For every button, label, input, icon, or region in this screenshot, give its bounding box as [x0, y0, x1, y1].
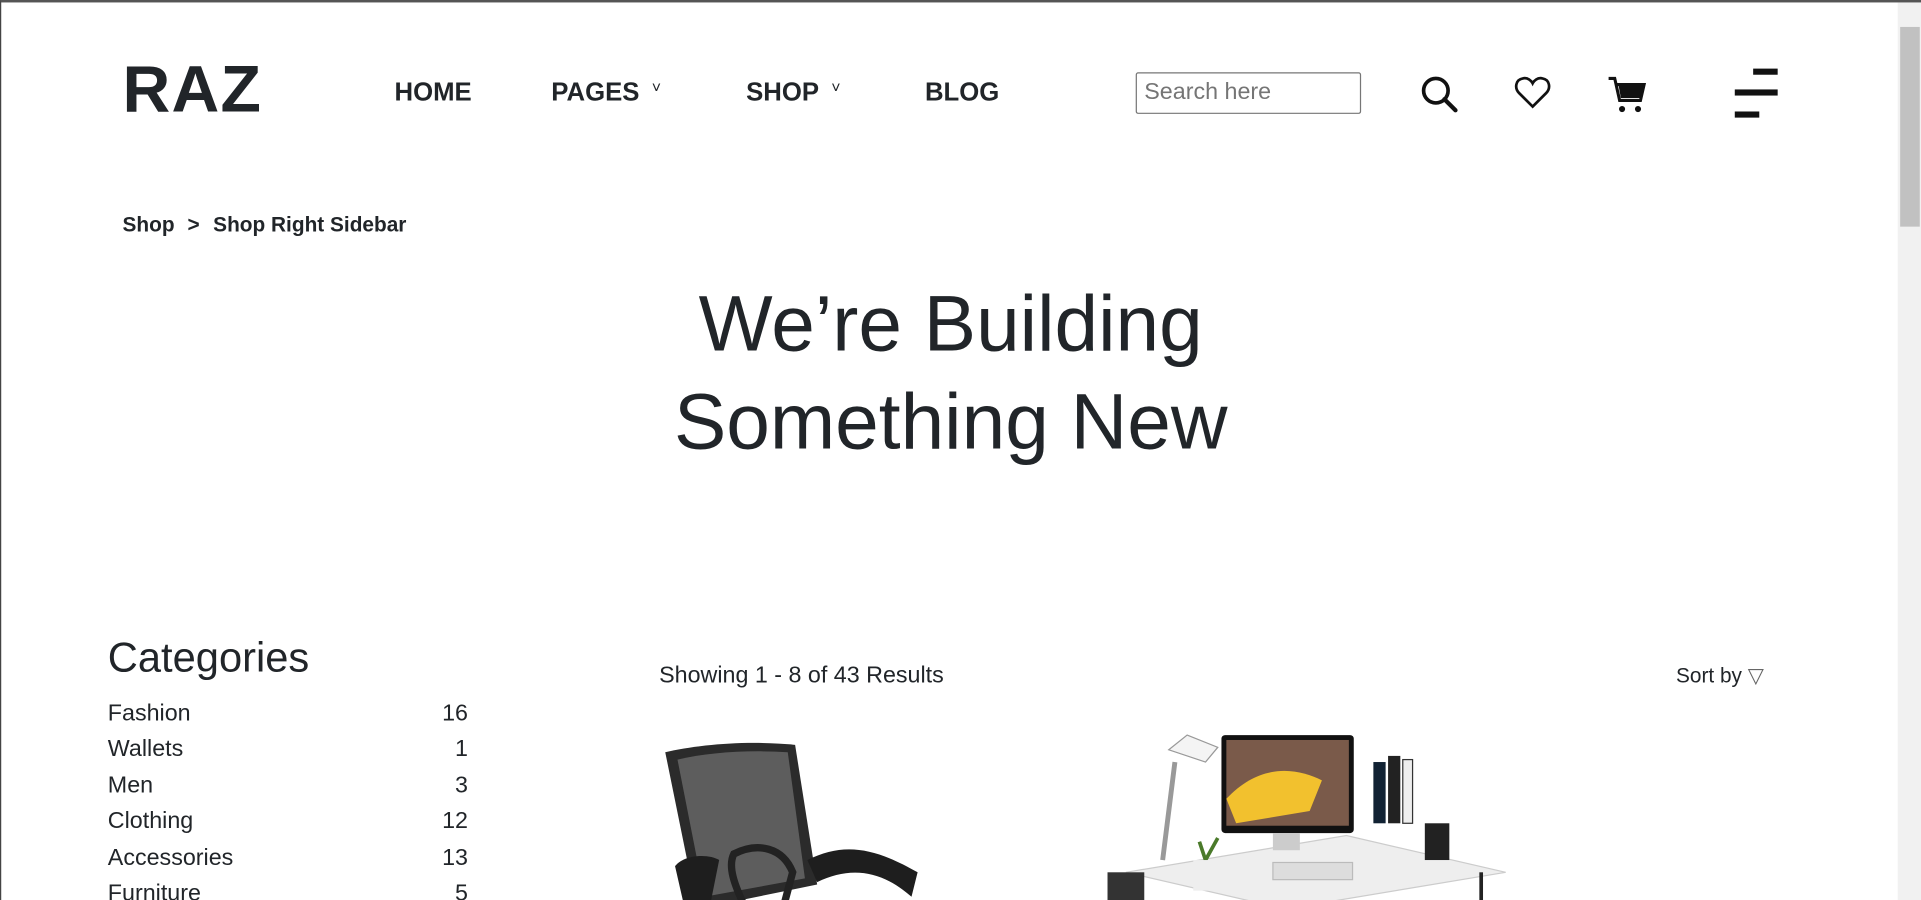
nav-label: PAGES — [551, 78, 640, 107]
category-count: 16 — [442, 700, 468, 727]
category-count: 3 — [455, 773, 468, 799]
category-item[interactable]: Fashion 16 — [108, 701, 468, 728]
category-count: 1 — [455, 736, 468, 763]
nav-blog[interactable]: BLOG — [925, 78, 999, 107]
cart-icon[interactable] — [1606, 74, 1648, 116]
category-name: Accessories — [107, 845, 234, 872]
sort-label: Sort by — [1675, 664, 1742, 688]
category-name: Men — [107, 773, 154, 799]
results-count: Showing 1 - 8 of 43 Results — [659, 662, 944, 689]
breadcrumb-shop[interactable]: Shop — [123, 213, 175, 238]
nav-label: BLOG — [924, 78, 1000, 107]
chevron-down-icon: ˅ — [651, 78, 662, 97]
menu-icon[interactable] — [1732, 67, 1779, 118]
category-name: Clothing — [107, 808, 194, 835]
nav-home[interactable]: HOME — [394, 78, 471, 107]
category-name: Fashion — [107, 700, 191, 727]
chevron-down-icon: ˅ — [831, 78, 841, 97]
nav-pages[interactable]: PAGES ˅ — [551, 78, 661, 107]
category-item[interactable]: Accessories 13 — [108, 845, 468, 872]
breadcrumb-separator: > — [187, 213, 200, 237]
category-count: 13 — [442, 845, 468, 872]
search-input[interactable] — [1135, 72, 1362, 114]
hero-line-2: Something New — [673, 377, 1228, 466]
product-image-desk[interactable] — [1101, 725, 1530, 900]
nav-label: SHOP — [746, 78, 820, 107]
search-icon[interactable] — [1419, 74, 1461, 116]
heart-icon[interactable] — [1514, 76, 1551, 110]
scrollbar-thumb[interactable] — [1900, 26, 1920, 227]
nav-shop[interactable]: SHOP ˅ — [746, 78, 840, 107]
category-count: 12 — [442, 808, 468, 835]
page: RAZ HOME PAGES ˅ SHOP ˅ BLOG Shop > Shop R… — [0, 0, 1921, 900]
breadcrumb-current: Shop Right Sidebar — [213, 213, 407, 237]
category-item[interactable]: Furniture 5 — [108, 881, 468, 900]
logo[interactable]: RAZ — [123, 51, 263, 127]
category-item[interactable]: Clothing 12 — [108, 809, 468, 836]
category-count: 5 — [455, 880, 468, 900]
categories-title: Categories — [107, 634, 310, 682]
sort-dropdown[interactable]: Sort by ▽ — [1676, 664, 1764, 689]
category-item[interactable]: Wallets 1 — [108, 736, 468, 763]
category-name: Furniture — [107, 880, 201, 900]
category-item[interactable]: Men 3 — [108, 773, 468, 800]
product-image-chair[interactable] — [660, 738, 930, 900]
hero-title: We’re Building Something New — [491, 274, 1410, 470]
hero-line-1: We’re Building — [698, 279, 1203, 368]
sort-triangle-icon: ▽ — [1747, 664, 1764, 688]
category-name: Wallets — [107, 736, 184, 763]
nav-label: HOME — [394, 78, 472, 107]
